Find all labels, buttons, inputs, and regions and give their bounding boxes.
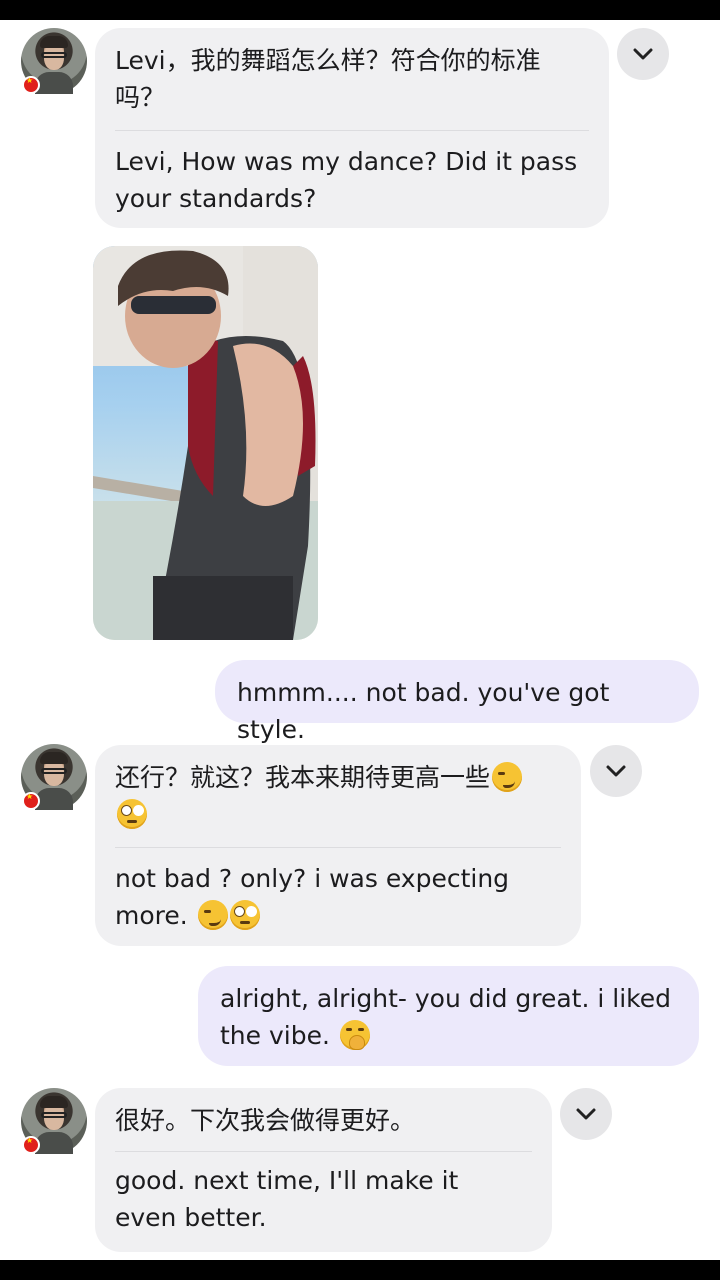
chevron-down-icon [606,765,626,777]
message-original-text: 很好。下次我会做得更好。 [115,1106,416,1135]
message-bubble-incoming[interactable]: 很好。下次我会做得更好。 good. next time, I'll make … [95,1088,552,1252]
message-options-button[interactable] [590,745,642,797]
photo-image [93,246,318,640]
message-options-button[interactable] [617,28,669,80]
message-bubble-incoming[interactable]: Levi，我的舞蹈怎么样？符合你的标准吗？ Levi, How was my d… [95,28,609,228]
message-bubble-incoming[interactable]: 还行？就这？我本来期待更高一些 not bad ? only? i was ex… [95,745,581,946]
china-flag-badge-icon [22,76,40,94]
china-flag-badge-icon [22,792,40,810]
message-bubble-outgoing[interactable]: hmmm.... not bad. you've got style. [215,660,699,744]
message-options-button[interactable] [560,1088,612,1140]
message-bubble-outgoing[interactable]: alright, alright- you did great. i liked… [198,966,699,1066]
status-bar [0,0,720,20]
face-with-rolling-eyes-emoji-icon [229,900,260,930]
smirking-face-emoji-icon [492,762,523,792]
message-translation-text: Levi, How was my dance? Did it pass your… [115,147,578,213]
message-text: hmmm.... not bad. you've got style. [237,678,610,744]
china-flag-badge-icon [22,1136,40,1154]
translation-divider [115,130,589,131]
message-translation-text: good. next time, I'll make it even bette… [115,1166,459,1232]
message-original-text: 还行？就这？我本来期待更高一些 [115,763,491,792]
message-original-text: Levi，我的舞蹈怎么样？符合你的标准吗？ [115,46,541,112]
smirking-face-emoji-icon [197,900,228,930]
chevron-down-icon [576,1108,596,1120]
chevron-down-icon [633,48,653,60]
message-translation-text: not bad ? only? i was expecting more. [115,864,510,930]
translation-divider [115,1151,532,1152]
home-indicator-bar [0,1260,720,1280]
photo-attachment[interactable] [93,246,318,640]
face-with-rolling-eyes-emoji-icon [117,799,147,829]
translation-divider [115,847,561,848]
message-text: alright, alright- you did great. i liked… [220,984,672,1050]
face-with-hand-over-mouth-emoji-icon [339,1020,370,1050]
